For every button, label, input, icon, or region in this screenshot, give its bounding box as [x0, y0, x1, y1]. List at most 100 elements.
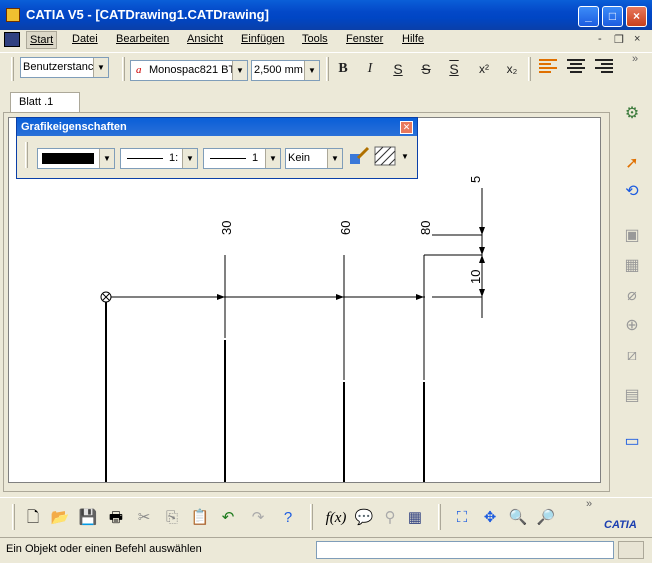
align-center-button[interactable]	[564, 57, 588, 81]
menu-fenster[interactable]: Fenster	[346, 33, 383, 45]
dimension-label[interactable]: 60	[338, 221, 353, 235]
panel-title[interactable]: Grafikeigenschaften	[17, 118, 417, 136]
font-size-value: 2,500 mm	[254, 64, 303, 76]
toolbar-overflow-icon[interactable]: »	[632, 53, 638, 65]
chevron-down-icon[interactable]: ▼	[99, 149, 114, 168]
color-swatch	[42, 153, 94, 164]
chevron-down-icon[interactable]: ▼	[304, 61, 319, 80]
dimension-label[interactable]: 10	[468, 270, 483, 284]
dimension-label[interactable]: 80	[418, 221, 433, 235]
pan-icon[interactable]: ✥	[479, 507, 501, 529]
table-icon[interactable]: ▦	[404, 507, 426, 529]
font-combo[interactable]: a Monospac821 BT ▼	[130, 60, 248, 81]
line-type-combo[interactable]: 1 ▼	[203, 148, 281, 169]
open-icon[interactable]: 📂	[49, 507, 71, 529]
strikethrough-button[interactable]: S	[414, 57, 438, 81]
mdi-minimize-button[interactable]: -	[598, 33, 602, 45]
line-weight-value: 1:	[169, 152, 179, 164]
dimension-label[interactable]: 5	[468, 176, 483, 183]
menu-start[interactable]: Start	[26, 31, 58, 49]
dimension-label[interactable]: 30	[219, 221, 234, 235]
style-combo[interactable]: Benutzerstanc ▼	[20, 57, 109, 78]
status-button[interactable]	[618, 541, 644, 559]
annotation-icon[interactable]: ▤	[620, 384, 644, 408]
view-icon[interactable]: ▣	[620, 224, 644, 248]
toolbar-grip[interactable]	[528, 57, 531, 81]
toolbar-grip[interactable]	[12, 504, 15, 530]
document-icon[interactable]	[4, 32, 20, 47]
detail-icon[interactable]: ⊕	[620, 314, 644, 338]
menu-einfuegen[interactable]: Einfügen	[241, 33, 284, 45]
copy-icon[interactable]: ⎘	[161, 507, 183, 529]
select-icon[interactable]: ➚	[620, 152, 644, 176]
italic-button[interactable]: I	[358, 57, 382, 81]
tab-sheet-1[interactable]: Blatt .1	[10, 92, 80, 112]
comment-icon[interactable]: 💬	[353, 507, 375, 529]
fill-combo[interactable]: Kein ▼	[285, 148, 343, 169]
undo-icon[interactable]: ↶	[217, 507, 239, 529]
font-size-combo[interactable]: 2,500 mm ▼	[251, 60, 320, 81]
painter-button[interactable]	[347, 146, 371, 170]
line-sample	[127, 158, 163, 159]
chevron-down-icon[interactable]: ▼	[265, 149, 280, 168]
paste-icon[interactable]: 📋	[189, 507, 211, 529]
formula-icon[interactable]: f(x)	[325, 507, 347, 529]
toolbar-grip[interactable]	[310, 504, 313, 530]
toolbar-grip[interactable]	[122, 57, 125, 81]
align-left-button[interactable]	[536, 57, 560, 81]
panel-close-button[interactable]: ✕	[400, 121, 413, 134]
toolbar-grip[interactable]	[11, 57, 14, 81]
chevron-down-icon[interactable]: ▼	[182, 149, 197, 168]
menu-bearbeiten[interactable]: Bearbeiten	[116, 33, 169, 45]
chevron-down-icon[interactable]: ▼	[232, 61, 247, 80]
cut-icon[interactable]: ⌀	[620, 284, 644, 308]
new-icon[interactable]: 🗋	[22, 507, 44, 529]
align-left-icon	[539, 59, 557, 73]
menu-datei[interactable]: Datei	[72, 33, 98, 45]
frame-icon[interactable]: ▭	[620, 430, 644, 454]
arrowhead	[336, 294, 344, 300]
menu-bar: Start Datei Bearbeiten Ansicht Einfügen …	[0, 30, 652, 50]
mdi-restore-button[interactable]: ❐	[614, 33, 624, 46]
minimize-button[interactable]: _	[578, 6, 599, 27]
right-toolbar: ⚙ ➚ ⟲ ▣ ▦ ⌀ ⊕ ⧄ ▤ ▭	[614, 88, 650, 494]
maximize-button[interactable]: □	[602, 6, 623, 27]
command-input[interactable]	[316, 541, 614, 559]
fit-all-icon[interactable]: ⛶	[451, 507, 473, 529]
menu-ansicht[interactable]: Ansicht	[187, 33, 223, 45]
broken-icon[interactable]: ⧄	[620, 344, 644, 368]
toolbar-grip[interactable]	[326, 57, 329, 81]
zoom-in-icon[interactable]: 🔍	[507, 507, 529, 529]
rotate-icon[interactable]: ⟲	[620, 180, 644, 204]
menu-tools[interactable]: Tools	[302, 33, 328, 45]
hatch-pattern-button[interactable]	[373, 146, 397, 170]
zoom-out-icon[interactable]: 🔎	[535, 507, 557, 529]
catia-logo: CATIA	[604, 519, 637, 531]
knowledge-icon[interactable]: ⚲	[379, 507, 401, 529]
save-icon[interactable]: 💾	[77, 507, 99, 529]
arrowhead	[416, 294, 424, 300]
bold-button[interactable]: B	[331, 57, 355, 81]
redo-icon[interactable]: ↷	[247, 507, 269, 529]
superscript-button[interactable]: x²	[472, 57, 496, 81]
chevron-down-icon[interactable]: ▼	[93, 58, 108, 77]
chevron-down-icon[interactable]: ▼	[401, 152, 409, 161]
close-button[interactable]: ×	[626, 6, 647, 27]
toolbar-grip[interactable]	[438, 504, 441, 530]
menu-hilfe[interactable]: Hilfe	[402, 33, 424, 45]
toolbar-overflow-icon[interactable]: »	[586, 498, 592, 510]
toolbar-grip[interactable]	[25, 142, 28, 168]
color-combo[interactable]: ▼	[37, 148, 115, 169]
cut-icon[interactable]: ✂	[133, 507, 155, 529]
subscript-button[interactable]: x₂	[500, 57, 524, 81]
line-weight-combo[interactable]: 1: ▼	[120, 148, 198, 169]
wizard-icon[interactable]: ⚙	[620, 102, 644, 126]
help-icon[interactable]: ?	[277, 507, 299, 529]
print-icon[interactable]: 🖶	[105, 507, 127, 529]
align-right-button[interactable]	[592, 57, 616, 81]
chevron-down-icon[interactable]: ▼	[327, 149, 342, 168]
underline-button[interactable]: S	[386, 57, 410, 81]
mdi-close-button[interactable]: ×	[634, 33, 640, 45]
hatch-icon[interactable]: ▦	[620, 254, 644, 278]
overline-button[interactable]: S	[442, 57, 466, 81]
